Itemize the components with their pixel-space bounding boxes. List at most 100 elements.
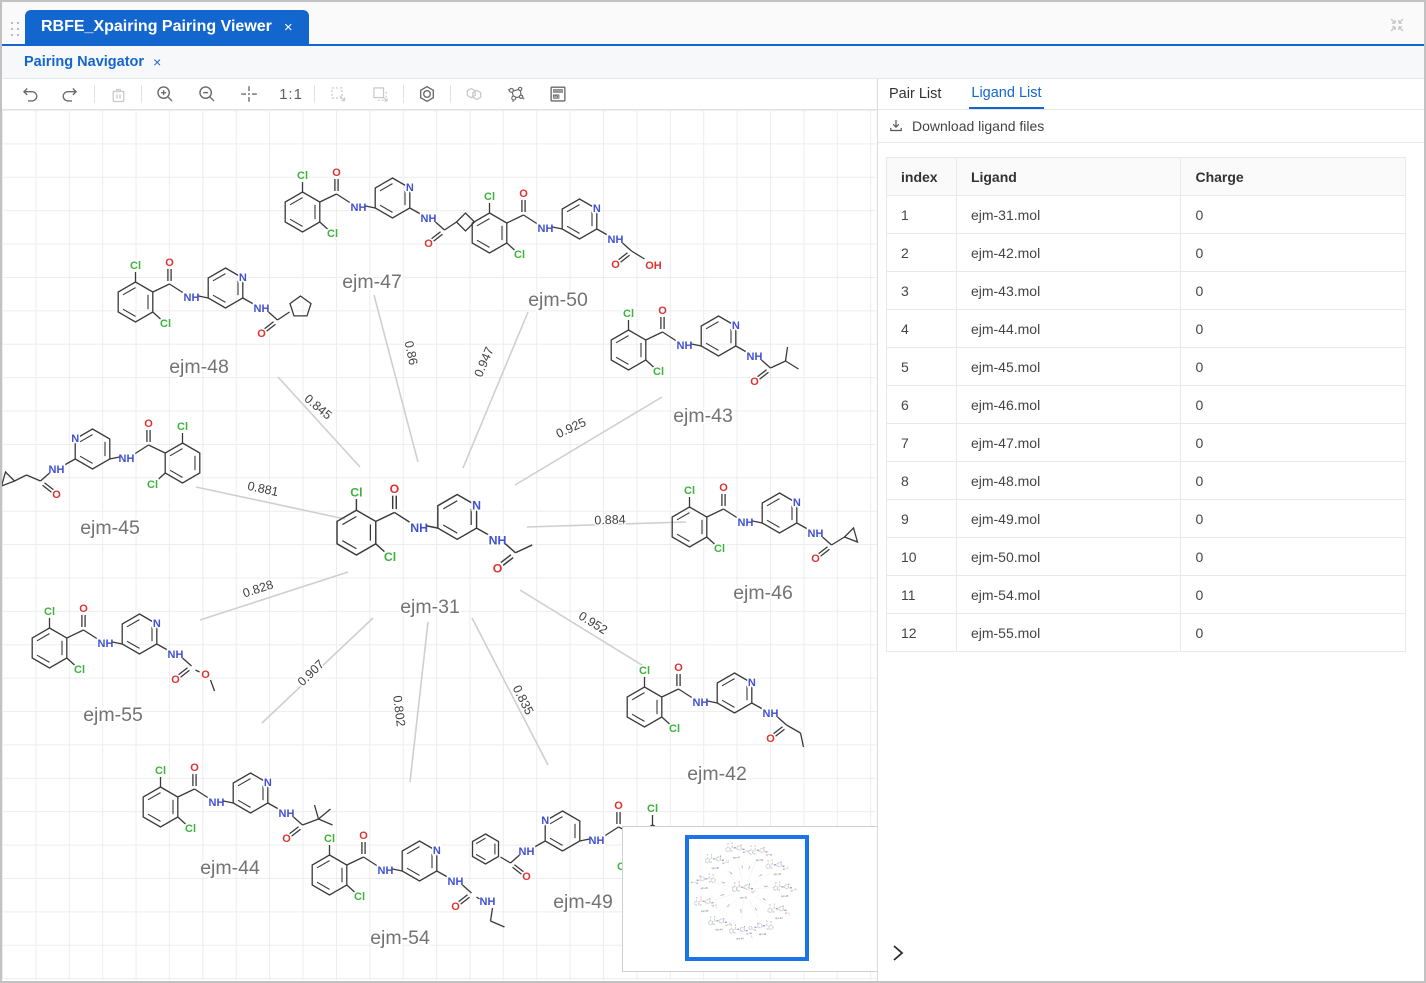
- collapse-window-icon[interactable]: [1386, 14, 1408, 36]
- drag-handle-icon[interactable]: [9, 20, 21, 40]
- ligand-row-ejm-44[interactable]: 4 ejm-44.mol 0: [886, 309, 1406, 348]
- molecule-node-ejm-44[interactable]: Cl Cl O NH N NH O: [142, 761, 333, 847]
- cell: ejm-31.mol: [955, 195, 1182, 234]
- zoom-out-button[interactable]: [186, 79, 228, 109]
- svg-text:O: O: [522, 871, 531, 883]
- tab-close-icon[interactable]: ×: [284, 19, 293, 36]
- minimap-viewport[interactable]: [685, 835, 809, 961]
- ligand-row-ejm-42[interactable]: 2 ejm-42.mol 0: [886, 233, 1406, 272]
- cell: ejm-42.mol: [955, 233, 1182, 272]
- node-label-ejm-47: ejm-47: [342, 271, 402, 293]
- edge-ejm-31-ejm-49[interactable]: 0.835: [471, 617, 549, 766]
- edge-ejm-31-ejm-43[interactable]: 0.925: [514, 396, 663, 486]
- edge-ejm-31-ejm-47[interactable]: 0.86: [373, 294, 422, 463]
- edge-ejm-31-ejm-42[interactable]: 0.952: [519, 589, 651, 671]
- cell: 3: [886, 271, 957, 310]
- molecule-button[interactable]: [495, 79, 537, 109]
- edge-ejm-31-ejm-46[interactable]: 0.884: [526, 511, 687, 529]
- ligand-row-ejm-43[interactable]: 3 ejm-43.mol 0: [886, 271, 1406, 310]
- node-label-ejm-55: ejm-55: [83, 704, 143, 726]
- svg-text:NH: NH: [279, 808, 295, 820]
- ligand-row-ejm-55[interactable]: 12 ejm-55.mol 0: [886, 613, 1406, 652]
- molecule-node-ejm-50[interactable]: Cl Cl O NH N NH O OH: [471, 187, 663, 274]
- cell: ejm-50.mol: [955, 537, 1182, 576]
- zoom-in-button[interactable]: [144, 79, 186, 109]
- ligand-row-ejm-45[interactable]: 5 ejm-45.mol 0: [886, 347, 1406, 386]
- edge-ejm-31-ejm-44[interactable]: 0.907: [261, 617, 374, 724]
- svg-text:O: O: [359, 830, 368, 842]
- cell: 0: [1180, 499, 1406, 538]
- tab-ligand-list[interactable]: Ligand List: [969, 79, 1044, 109]
- delete-button[interactable]: [97, 79, 139, 109]
- edge-ejm-31-ejm-48[interactable]: 0.845: [277, 376, 361, 468]
- pairing-graph-canvas[interactable]: 0.845 0.86 0.947 0.925 0.881 0.884 0.828 0.907 0…: [2, 110, 877, 980]
- svg-text:Cl: Cl: [155, 765, 166, 777]
- cell: 11: [886, 575, 957, 614]
- ligand-row-ejm-48[interactable]: 8 ejm-48.mol 0: [886, 461, 1406, 500]
- molecule-node-ejm-48[interactable]: Cl Cl O NH N NH O: [117, 256, 312, 342]
- ligand-row-ejm-31[interactable]: 1 ejm-31.mol 0: [886, 195, 1406, 234]
- right-panel: Pair List Ligand List Download ligand fi…: [878, 79, 1424, 981]
- ligand-row-ejm-49[interactable]: 9 ejm-49.mol 0: [886, 499, 1406, 538]
- overlay-hexagons-button[interactable]: [453, 79, 495, 109]
- molecule-node-ejm-46[interactable]: Cl Cl O NH N NH O: [671, 481, 859, 567]
- panel-collapse-chevron[interactable]: [888, 941, 910, 965]
- molecule-node-ejm-42[interactable]: Cl Cl O NH N NH O: [626, 661, 805, 748]
- svg-text:O: O: [282, 833, 291, 845]
- svg-text:N: N: [793, 497, 801, 509]
- svg-text:Cl: Cl: [354, 891, 365, 903]
- cell: ejm-55.mol: [955, 613, 1182, 652]
- cell: ejm-47.mol: [955, 423, 1182, 462]
- benzene-button[interactable]: [406, 79, 448, 109]
- ligand-row-ejm-47[interactable]: 7 ejm-47.mol 0: [886, 423, 1406, 462]
- ligand-row-ejm-54[interactable]: 11 ejm-54.mol 0: [886, 575, 1406, 614]
- paste-structure-button[interactable]: [359, 79, 401, 109]
- cell: ejm-45.mol: [955, 347, 1182, 386]
- svg-text:O: O: [257, 328, 266, 340]
- svg-text:NH: NH: [378, 865, 394, 877]
- edge-ejm-31-ejm-54[interactable]: 0.802: [389, 621, 429, 783]
- tab-pairing-navigator[interactable]: Pairing Navigator ×: [24, 54, 161, 70]
- cell: 5: [886, 347, 957, 386]
- copy-structure-button[interactable]: [317, 79, 359, 109]
- svg-text:NH: NH: [98, 638, 114, 650]
- cell: 8: [886, 461, 957, 500]
- cell: 0: [1180, 347, 1406, 386]
- ligand-row-ejm-46[interactable]: 6 ejm-46.mol 0: [886, 385, 1406, 424]
- ligand-row-ejm-50[interactable]: 10 ejm-50.mol 0: [886, 537, 1406, 576]
- svg-text:NH: NH: [351, 202, 367, 214]
- download-ligand-files-button[interactable]: Download ligand files: [878, 110, 1424, 143]
- tab-pair-list[interactable]: Pair List: [887, 79, 943, 109]
- subtab-close-icon[interactable]: ×: [153, 54, 161, 70]
- labeled-image-button[interactable]: AG: [537, 79, 579, 109]
- actual-size-button[interactable]: 1:1: [270, 79, 312, 109]
- edge-weight: 0.86: [402, 340, 421, 367]
- edge-ejm-31-ejm-50[interactable]: 0.947: [462, 311, 529, 469]
- cell: 0: [1180, 195, 1406, 234]
- molecule-node-ejm-43[interactable]: Cl Cl O NH N NH O: [610, 304, 799, 390]
- molecule-node-ejm-45[interactable]: Cl Cl O NH N NH O: [2, 417, 201, 503]
- svg-text:O: O: [190, 762, 199, 774]
- svg-text:Cl: Cl: [647, 803, 658, 815]
- actual-size-label: 1:1: [279, 85, 303, 103]
- svg-text:NH: NH: [209, 797, 225, 809]
- undo-button[interactable]: [8, 79, 50, 109]
- redo-button[interactable]: [50, 79, 92, 109]
- minimap[interactable]: 0.845 0.86 0.947 0.925 0.881 0.884 0.828 0.907 0…: [622, 826, 877, 972]
- edge-ejm-31-ejm-55[interactable]: 0.828: [199, 571, 349, 621]
- cell: 6: [886, 385, 957, 424]
- svg-text:O: O: [766, 733, 775, 745]
- tab-title: RBFE_Xpairing Pairing Viewer: [41, 18, 272, 35]
- svg-text:O: O: [390, 482, 400, 496]
- tab-pairing-viewer[interactable]: RBFE_Xpairing Pairing Viewer ×: [25, 10, 309, 44]
- molecule-node-ejm-47[interactable]: Cl Cl O NH N NH O: [284, 166, 476, 252]
- molecule-node-ejm-31[interactable]: Cl Cl O NH N NH O: [336, 480, 533, 577]
- molecule-node-ejm-54[interactable]: Cl Cl O NH N NH O NH: [311, 829, 505, 928]
- svg-text:NH: NH: [410, 521, 428, 535]
- fit-center-button[interactable]: [228, 79, 270, 109]
- cell: ejm-49.mol: [955, 499, 1182, 538]
- svg-text:Cl: Cl: [653, 366, 664, 378]
- molecule-node-ejm-55[interactable]: Cl Cl O NH N NH O O: [31, 602, 216, 692]
- edge-weight: 0.907: [295, 657, 327, 689]
- edge-ejm-31-ejm-45[interactable]: 0.881: [195, 477, 346, 520]
